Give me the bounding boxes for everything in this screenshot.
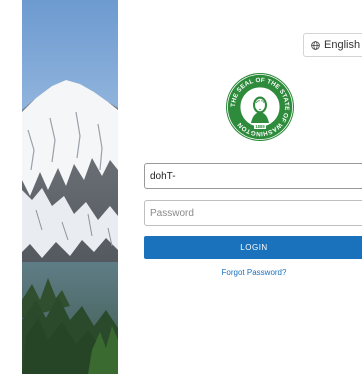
login-page: English THE SEAL OF THE STATE OF WASHING…	[0, 0, 362, 374]
mountain-hero-image	[22, 0, 118, 374]
language-label: English	[324, 39, 361, 51]
forgot-password-link[interactable]: Forgot Password?	[144, 268, 362, 277]
language-selector-button[interactable]: English	[303, 33, 362, 57]
login-button[interactable]: LOGIN	[144, 236, 362, 259]
svg-text:1889: 1889	[255, 124, 265, 129]
username-input[interactable]	[144, 163, 362, 189]
globe-icon	[311, 40, 320, 50]
password-input[interactable]	[144, 200, 362, 226]
washington-state-seal: THE SEAL OF THE STATE OF WASHINGTON 1889	[225, 72, 295, 142]
